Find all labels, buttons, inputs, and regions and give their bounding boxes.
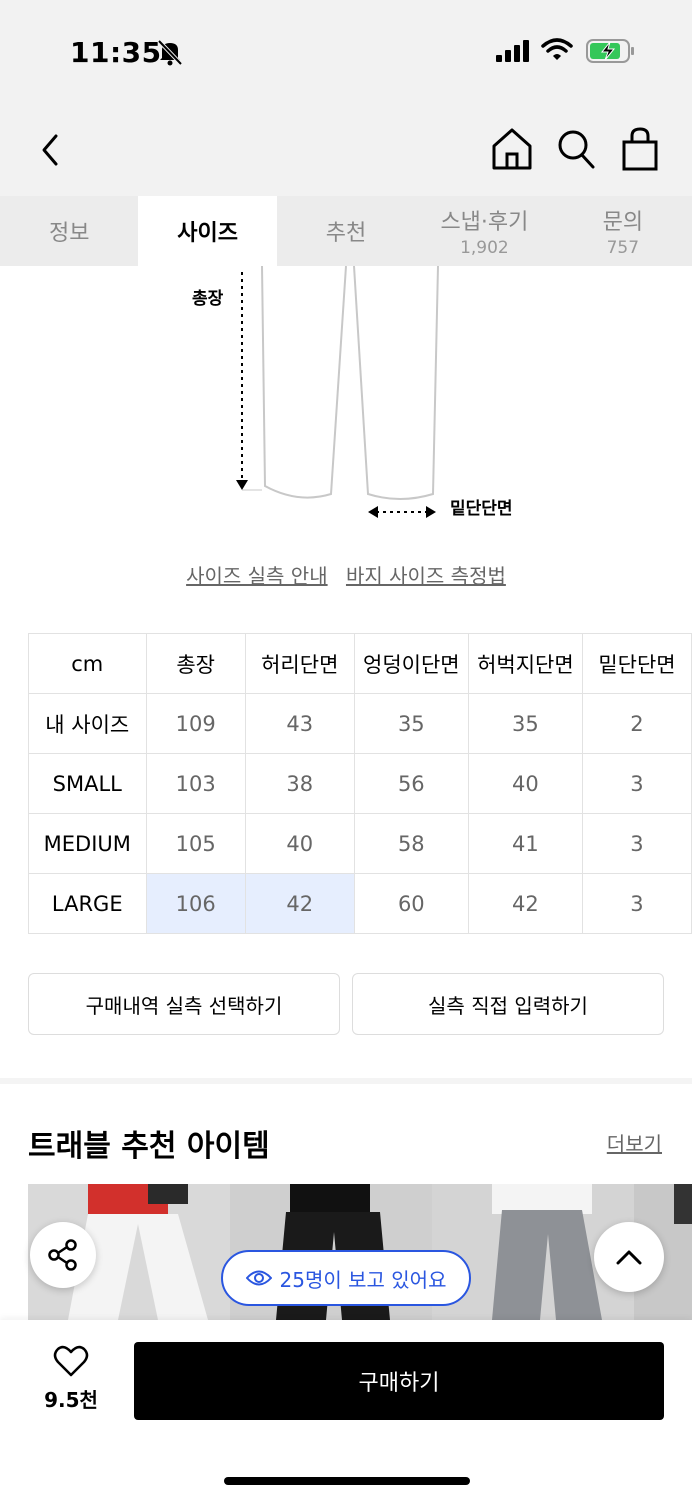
size-table: cm 총장 허리단면 엉덩이단면 허벅지단면 밑단단면 내 사이즈 109 43… [28, 633, 692, 935]
table-cell: 109 [145, 693, 246, 754]
table-cell: 3 [581, 753, 692, 814]
table-row: 내 사이즈 109 43 35 35 2 [28, 693, 692, 754]
table-cell: 40 [244, 813, 355, 874]
table-cell: 38 [244, 753, 355, 814]
table-cell: 3 [581, 873, 692, 934]
table-cell: 56 [353, 753, 469, 814]
status-bar: 11:35 [0, 0, 692, 100]
table-header: 허벅지단면 [467, 633, 583, 694]
signal-icon [496, 40, 529, 62]
like-button[interactable]: 9.5천 [38, 1344, 104, 1413]
scroll-top-button[interactable] [594, 1222, 664, 1292]
table-row: SMALL 103 38 56 40 3 [28, 753, 692, 814]
tab-count: 1,902 [460, 238, 509, 258]
buy-button[interactable]: 구매하기 [134, 1342, 664, 1420]
row-label: 내 사이즈 [28, 693, 147, 754]
table-header-row: cm 총장 허리단면 엉덩이단면 허벅지단면 밑단단면 [28, 633, 692, 694]
viewers-badge: 25명이 보고 있어요 [221, 1250, 471, 1306]
table-cell: 40 [467, 753, 583, 814]
chevron-up-icon [616, 1250, 642, 1265]
eye-icon [245, 1270, 272, 1286]
share-button[interactable] [30, 1222, 96, 1288]
table-row: LARGE 106 42 60 42 3 [28, 873, 692, 934]
table-row: MEDIUM 105 40 58 41 3 [28, 813, 692, 874]
table-cell: 35 [467, 693, 583, 754]
top-navigation [0, 100, 692, 196]
table-cell-highlighted: 42 [244, 873, 355, 934]
status-time: 11:35 [70, 36, 162, 69]
tab-label: 정보 [48, 221, 90, 246]
share-icon [48, 1239, 77, 1271]
section-divider [0, 1078, 692, 1084]
row-label: SMALL [28, 753, 147, 814]
search-icon[interactable] [556, 128, 596, 170]
measure-method-link[interactable]: 바지 사이즈 측정법 [346, 564, 506, 588]
tab-label: 사이즈 [177, 221, 238, 246]
table-header: 총장 [145, 633, 246, 694]
tab-inquiry[interactable]: 문의 757 [554, 196, 692, 266]
size-guide-links: 사이즈 실측 안내 바지 사이즈 측정법 [0, 560, 692, 589]
home-indicator [224, 1477, 470, 1485]
wifi-icon [541, 38, 573, 60]
row-label: MEDIUM [28, 813, 147, 874]
table-cell: 58 [353, 813, 469, 874]
home-icon[interactable] [490, 126, 534, 172]
table-cell: 103 [145, 753, 246, 814]
table-cell: 43 [244, 693, 355, 754]
product-tabs: 정보 사이즈 추천 스냅·후기 1,902 문의 757 [0, 196, 692, 266]
table-cell: 35 [353, 693, 469, 754]
table-cell: 42 [467, 873, 583, 934]
tab-info[interactable]: 정보 [0, 196, 138, 266]
table-cell-highlighted: 106 [145, 873, 246, 934]
viewers-text: 25명이 보고 있어요 [279, 1267, 447, 1292]
total-length-label: 총장 [192, 289, 224, 309]
tab-label: 문의 [602, 210, 644, 235]
select-purchase-measure-button[interactable]: 구매내역 실측 선택하기 [28, 973, 340, 1035]
size-guide-link[interactable]: 사이즈 실측 안내 [186, 564, 328, 588]
table-cell: 2 [581, 693, 692, 754]
table-cell: 105 [145, 813, 246, 874]
tab-snap-review[interactable]: 스냅·후기 1,902 [415, 196, 553, 266]
input-measure-button[interactable]: 실측 직접 입력하기 [352, 973, 664, 1035]
row-label: LARGE [28, 873, 147, 934]
heart-icon [53, 1345, 89, 1377]
table-cell: 3 [581, 813, 692, 874]
table-header: cm [28, 633, 147, 694]
table-cell: 41 [467, 813, 583, 874]
hem-width-label: 밑단단면 [450, 499, 513, 519]
bell-muted-icon [157, 39, 183, 66]
table-header: 허리단면 [244, 633, 355, 694]
like-count: 9.5천 [44, 1388, 98, 1412]
tab-size[interactable]: 사이즈 [138, 196, 277, 266]
tab-label: 추천 [325, 221, 367, 246]
see-more-link[interactable]: 더보기 [607, 1128, 662, 1157]
tab-count: 757 [606, 238, 640, 258]
back-icon[interactable] [36, 130, 66, 170]
bottom-action-bar: 9.5천 구매하기 [0, 1320, 692, 1500]
table-cell: 60 [353, 873, 469, 934]
recommend-section-title: 트래블 추천 아이템 [28, 1129, 270, 1164]
table-header: 밑단단면 [581, 633, 692, 694]
pants-illustration [236, 266, 439, 518]
shopping-bag-icon[interactable] [620, 126, 660, 172]
size-diagram: 총장 밑단단면 [0, 266, 692, 546]
battery-icon [586, 39, 634, 63]
tab-label: 스냅·후기 [440, 210, 529, 235]
tab-recommend[interactable]: 추천 [277, 196, 415, 266]
table-header: 엉덩이단면 [353, 633, 469, 694]
